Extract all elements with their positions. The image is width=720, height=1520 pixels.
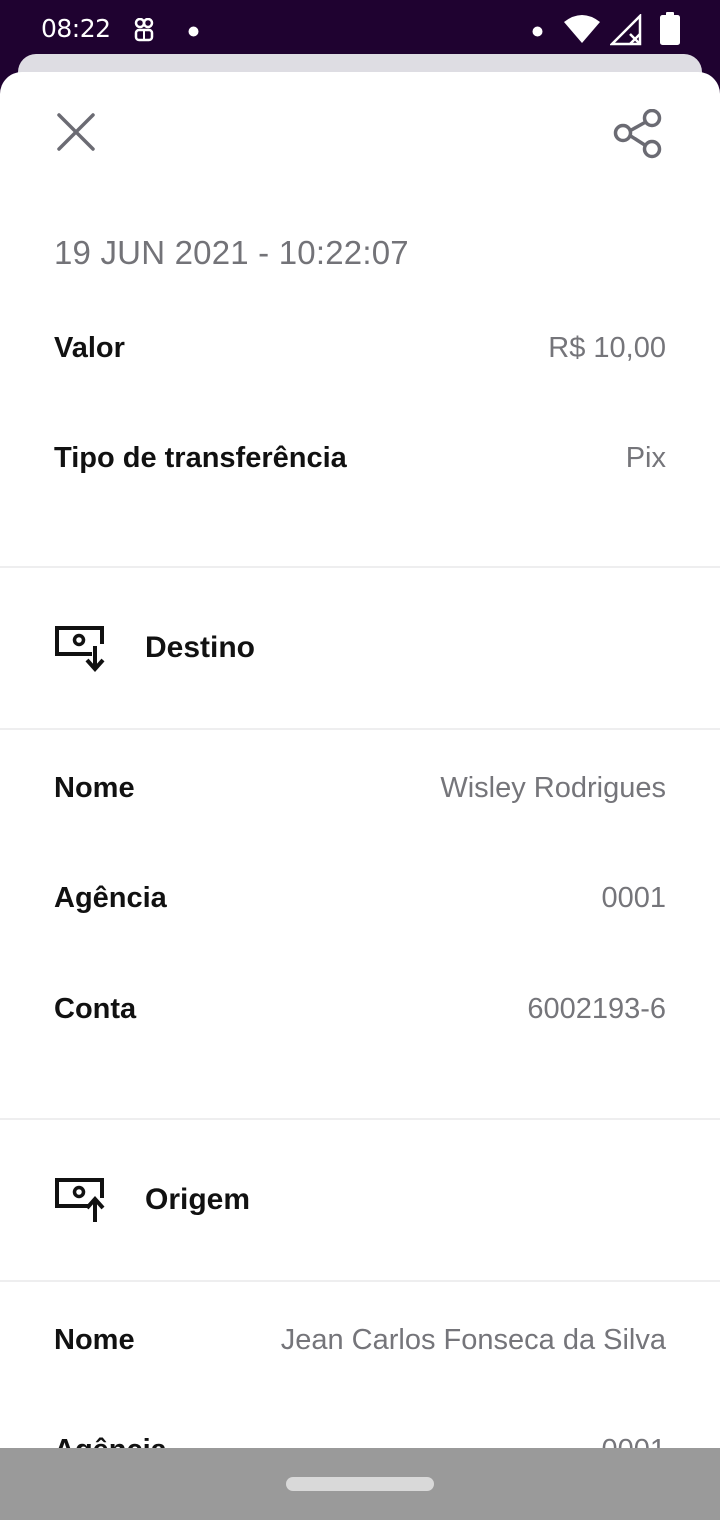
transfer-type-row: Tipo de transferência Pix bbox=[54, 436, 666, 480]
destination-agency-row: Agência 0001 bbox=[54, 876, 666, 920]
battery-icon bbox=[660, 12, 680, 51]
origin-section-header: Origem bbox=[54, 1172, 666, 1232]
share-button[interactable] bbox=[606, 104, 670, 168]
share-icon bbox=[613, 108, 663, 164]
system-navigation-bar bbox=[0, 1448, 720, 1520]
origin-title: Origem bbox=[145, 1183, 251, 1216]
value-amount: R$ 10,00 bbox=[548, 332, 666, 364]
cell-signal-no-service-icon bbox=[608, 12, 644, 51]
transfer-type-label: Tipo de transferência bbox=[54, 442, 347, 474]
destination-name-value: Wisley Rodrigues bbox=[440, 772, 666, 804]
divider bbox=[0, 728, 720, 730]
destination-account-row: Conta 6002193-6 bbox=[54, 987, 666, 1031]
status-time: 08:22 bbox=[41, 14, 111, 43]
destination-section-header: Destino bbox=[54, 620, 666, 680]
origin-name-label: Nome bbox=[54, 1324, 135, 1356]
divider bbox=[0, 1118, 720, 1120]
transfer-receipt-sheet: 19 JUN 2021 - 10:22:07 Valor R$ 10,00 Ti… bbox=[0, 72, 720, 1520]
dot-icon bbox=[188, 24, 199, 42]
divider bbox=[0, 566, 720, 568]
destination-name-row: Nome Wisley Rodrigues bbox=[54, 766, 666, 810]
home-gesture-handle[interactable] bbox=[286, 1477, 434, 1491]
transfer-datetime: 19 JUN 2021 - 10:22:07 bbox=[54, 234, 409, 271]
status-bar: 08:22 bbox=[0, 0, 720, 60]
value-label: Valor bbox=[54, 332, 125, 364]
destination-account-label: Conta bbox=[54, 993, 137, 1025]
destination-title: Destino bbox=[145, 631, 256, 664]
destination-agency-label: Agência bbox=[54, 882, 167, 914]
app-notification-icon bbox=[134, 17, 154, 47]
destination-account-value: 6002193-6 bbox=[527, 993, 666, 1025]
money-in-icon bbox=[54, 624, 110, 677]
wifi-icon bbox=[563, 14, 601, 49]
money-out-icon bbox=[54, 1176, 110, 1229]
close-icon bbox=[56, 112, 96, 157]
transfer-type-value: Pix bbox=[625, 442, 666, 474]
close-button[interactable] bbox=[46, 104, 106, 164]
origin-name-value: Jean Carlos Fonseca da Silva bbox=[280, 1324, 666, 1356]
divider bbox=[0, 1280, 720, 1282]
origin-name-row: Nome Jean Carlos Fonseca da Silva bbox=[54, 1318, 666, 1362]
dot-icon bbox=[532, 24, 543, 42]
destination-agency-value: 0001 bbox=[601, 882, 666, 914]
destination-name-label: Nome bbox=[54, 772, 135, 804]
value-row: Valor R$ 10,00 bbox=[54, 326, 666, 370]
